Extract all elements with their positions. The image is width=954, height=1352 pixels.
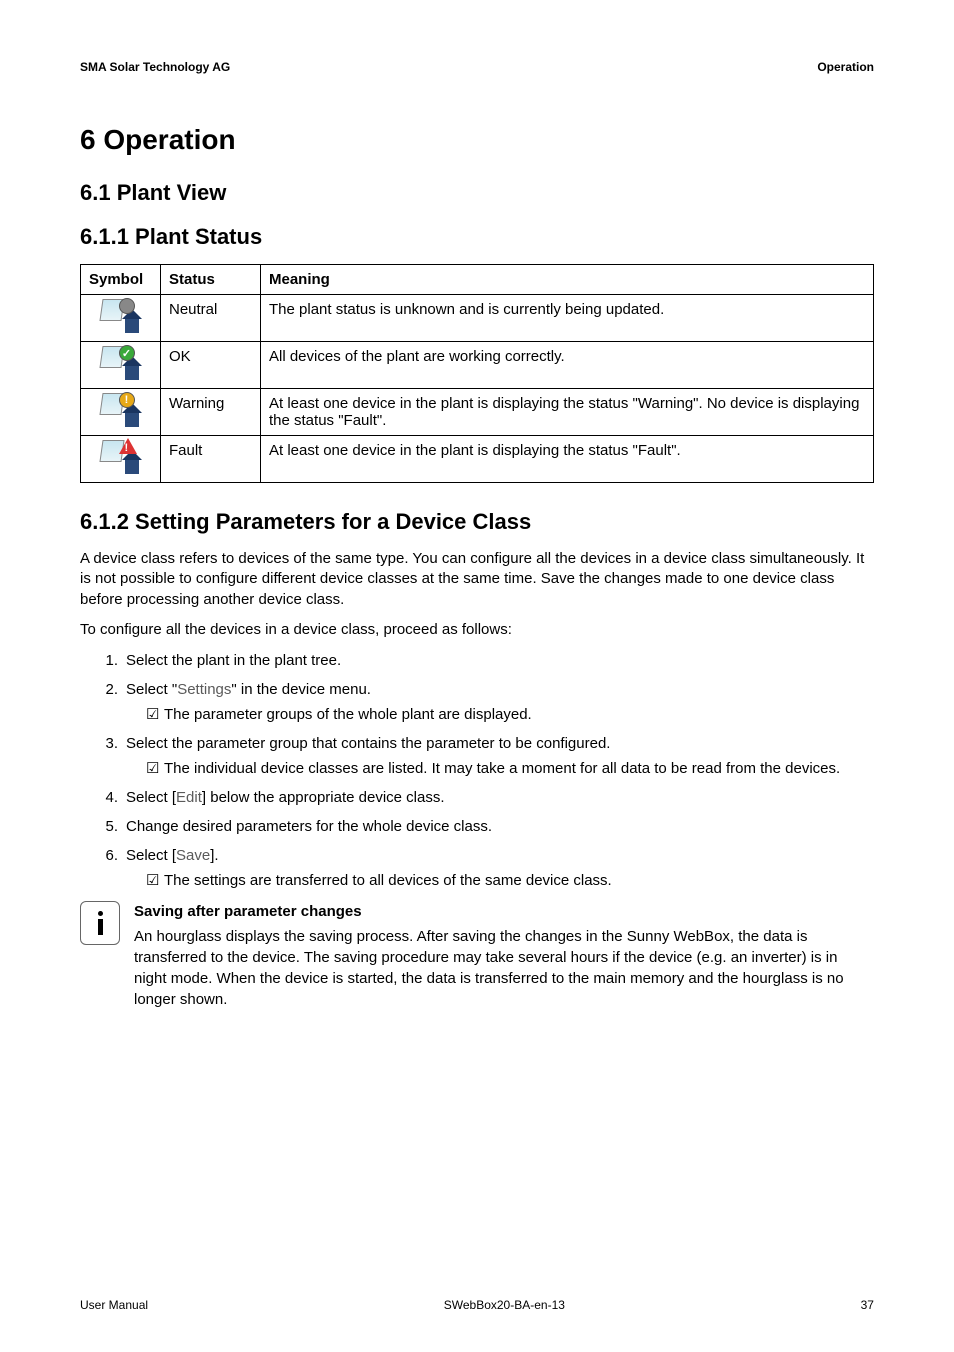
table-row: NeutralThe plant status is unknown and i…	[81, 295, 874, 342]
step-result: ☑The parameter groups of the whole plant…	[126, 704, 874, 725]
symbol-cell: ✓	[81, 342, 161, 389]
footer-center: SWebBox20-BA-en-13	[444, 1298, 565, 1312]
header-left: SMA Solar Technology AG	[80, 60, 230, 74]
step-item: 3.Select the parameter group that contai…	[104, 733, 874, 779]
meaning-cell: At least one device in the plant is disp…	[261, 389, 874, 436]
plant-status-warning-icon: !	[101, 393, 141, 427]
paragraph-intro: A device class refers to devices of the …	[80, 549, 874, 610]
step-item: 4.Select [Edit] below the appropriate de…	[104, 787, 874, 808]
th-meaning: Meaning	[261, 265, 874, 295]
step-number: 3.	[94, 733, 118, 754]
info-heading: Saving after parameter changes	[134, 901, 874, 922]
th-status: Status	[161, 265, 261, 295]
step-text: Select the parameter group that contains…	[126, 735, 610, 752]
footer-right: 37	[861, 1298, 874, 1312]
th-symbol: Symbol	[81, 265, 161, 295]
step-result-text: The individual device classes are listed…	[164, 758, 874, 779]
symbol-cell: !	[81, 436, 161, 483]
step-text: Change desired parameters for the whole …	[126, 818, 492, 835]
step-result-text: The parameter groups of the whole plant …	[164, 704, 874, 725]
ui-label: Save	[176, 847, 210, 864]
step-item: 1.Select the plant in the plant tree.	[104, 650, 874, 671]
step-number: 1.	[94, 650, 118, 671]
step-result: ☑The individual device classes are liste…	[126, 758, 874, 779]
status-cell: OK	[161, 342, 261, 389]
step-item: 5.Change desired parameters for the whol…	[104, 816, 874, 837]
heading-3b: 6.1.2 Setting Parameters for a Device Cl…	[80, 509, 874, 535]
meaning-cell: At least one device in the plant is disp…	[261, 436, 874, 483]
checkbox-icon: ☑	[146, 870, 160, 891]
checkbox-icon: ☑	[146, 704, 160, 725]
meaning-cell: All devices of the plant are working cor…	[261, 342, 874, 389]
heading-1: 6 Operation	[80, 124, 874, 156]
step-number: 5.	[94, 816, 118, 837]
footer-left: User Manual	[80, 1298, 148, 1312]
table-header-row: Symbol Status Meaning	[81, 265, 874, 295]
step-result-text: The settings are transferred to all devi…	[164, 870, 874, 891]
plant-status-neutral-icon	[101, 299, 141, 333]
paragraph-lead: To configure all the devices in a device…	[80, 620, 874, 640]
table-row: ✓ OKAll devices of the plant are working …	[81, 342, 874, 389]
step-text: Select "Settings" in the device menu.	[126, 681, 371, 698]
step-text: Select the plant in the plant tree.	[126, 652, 341, 669]
status-table: Symbol Status Meaning NeutralThe plant s…	[80, 264, 874, 483]
heading-2: 6.1 Plant View	[80, 180, 874, 206]
symbol-cell	[81, 295, 161, 342]
ui-label: Settings	[177, 681, 231, 698]
info-icon	[80, 901, 120, 945]
status-cell: Fault	[161, 436, 261, 483]
step-number: 4.	[94, 787, 118, 808]
step-number: 6.	[94, 845, 118, 866]
steps-list: 1.Select the plant in the plant tree.2.S…	[80, 650, 874, 891]
status-cell: Neutral	[161, 295, 261, 342]
step-item: 2.Select "Settings" in the device menu.☑…	[104, 679, 874, 725]
info-body: An hourglass displays the saving process…	[134, 926, 874, 1010]
table-row: ! FaultAt least one device in the plant i…	[81, 436, 874, 483]
header-right: Operation	[817, 60, 874, 74]
info-box: Saving after parameter changes An hourgl…	[80, 901, 874, 1010]
step-text: Select [Save].	[126, 847, 219, 864]
symbol-cell: !	[81, 389, 161, 436]
plant-status-fault-icon: !	[101, 440, 141, 474]
status-cell: Warning	[161, 389, 261, 436]
step-result: ☑The settings are transferred to all dev…	[126, 870, 874, 891]
step-item: 6.Select [Save].☑The settings are transf…	[104, 845, 874, 891]
step-text: Select [Edit] below the appropriate devi…	[126, 789, 445, 806]
heading-3a: 6.1.1 Plant Status	[80, 224, 874, 250]
table-row: ! WarningAt least one device in the plant…	[81, 389, 874, 436]
page-header: SMA Solar Technology AG Operation	[80, 60, 874, 74]
step-number: 2.	[94, 679, 118, 700]
checkbox-icon: ☑	[146, 758, 160, 779]
plant-status-ok-icon: ✓	[101, 346, 141, 380]
ui-label: Edit	[176, 789, 202, 806]
meaning-cell: The plant status is unknown and is curre…	[261, 295, 874, 342]
page-footer: User Manual SWebBox20-BA-en-13 37	[80, 1298, 874, 1312]
